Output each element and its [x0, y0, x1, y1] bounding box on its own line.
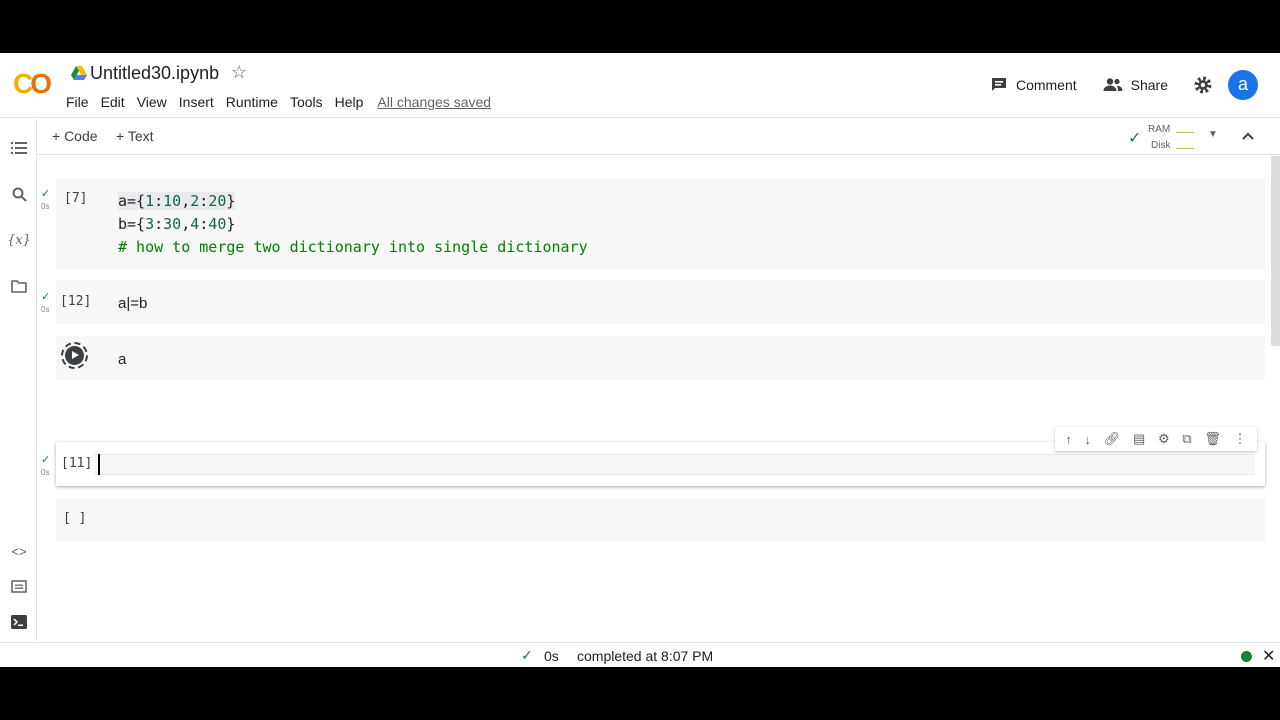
save-status[interactable]: All changes saved [377, 94, 491, 110]
mirror-cell-icon[interactable]: ⧉ [1182, 431, 1191, 447]
exec-count: [7] [64, 191, 88, 206]
left-sidebar: {x} <> [0, 119, 37, 641]
exec-count: [11] [61, 456, 93, 471]
cell-toolbar: ↑ ↓ 🔗︎ ▤ ⚙ ⧉ 🗑︎ ⋮ [1055, 427, 1257, 451]
play-icon [65, 346, 84, 365]
delete-icon[interactable]: 🗑︎ [1204, 431, 1221, 447]
ram-usage-bar [1176, 132, 1194, 133]
chevron-up-icon[interactable] [1242, 127, 1254, 143]
disk-label: Disk [1151, 140, 1171, 151]
colab-logo[interactable]: CO [13, 68, 52, 100]
code-snippets-icon[interactable]: <> [9, 541, 29, 561]
move-down-icon[interactable]: ↓ [1085, 432, 1092, 447]
star-icon[interactable]: ☆ [231, 62, 247, 83]
add-text-button[interactable]: + Text [116, 128, 154, 144]
code-line: b={3:30,4:40} [118, 215, 236, 233]
close-icon[interactable]: ✕ [1262, 646, 1275, 666]
menu-edit[interactable]: Edit [101, 94, 125, 110]
move-up-icon[interactable]: ↑ [1065, 432, 1072, 447]
menu-file[interactable]: File [66, 94, 89, 110]
cell-exec-time: 0s [41, 305, 50, 314]
notebook-toolbar: + Code + Text ✓ RAM Disk ▼ [37, 119, 1280, 155]
app-header: CO Untitled30.ipynb ☆ File Edit View Ins… [0, 53, 1280, 118]
more-options-icon[interactable]: ⋮ [1234, 431, 1247, 447]
code-cell[interactable]: [7] a={1:10,2:20} b={3:30,4:40} # how to… [56, 179, 1265, 269]
menu-insert[interactable]: Insert [179, 94, 214, 110]
exec-count: [ ] [63, 511, 87, 526]
header-actions: Comment Share a [990, 69, 1280, 101]
colab-window: CO Untitled30.ipynb ☆ File Edit View Ins… [0, 53, 1280, 667]
search-icon[interactable] [9, 184, 29, 204]
disk-usage-bar [1176, 148, 1194, 149]
cell-code[interactable]: a={1:10,2:20} b={3:30,4:40} # how to mer… [118, 190, 588, 259]
link-icon[interactable]: 🔗︎ [1104, 431, 1121, 447]
notebook-area: ✓ 0s [7] a={1:10,2:20} b={3:30,4:40} # h… [37, 156, 1269, 641]
menu-view[interactable]: View [137, 94, 167, 110]
account-avatar[interactable]: a [1228, 70, 1258, 100]
cell-exec-time: 0s [41, 202, 50, 211]
notebook-scrollbar[interactable] [1269, 156, 1280, 641]
cell-code[interactable]: a|=b [118, 292, 147, 315]
cell-success-check-icon: ✓ [41, 291, 51, 303]
status-bar: ✓ 0s completed at 8:07 PM ✕ [0, 642, 1280, 667]
add-code-button[interactable]: + Code [52, 128, 98, 144]
text-cursor [98, 454, 100, 475]
code-cell[interactable]: [12] a|=b [56, 280, 1265, 324]
folder-icon[interactable] [9, 276, 29, 296]
cell-success-check-icon: ✓ [41, 454, 51, 466]
status-duration: 0s [544, 648, 559, 664]
scrollbar-thumb[interactable] [1271, 156, 1280, 346]
runtime-status-dot[interactable] [1241, 651, 1252, 662]
code-line: a={1:10,2:20} [118, 192, 236, 210]
cell-success-check-icon: ✓ [41, 188, 51, 200]
exec-count: [12] [60, 294, 92, 309]
google-drive-icon[interactable] [71, 66, 87, 80]
status-message[interactable]: completed at 8:07 PM [577, 648, 713, 664]
connected-check-icon: ✓ [1128, 130, 1142, 147]
comment-icon[interactable]: ▤ [1133, 431, 1145, 447]
menu-help[interactable]: Help [335, 94, 364, 110]
menu-tools[interactable]: Tools [290, 94, 323, 110]
cell-code[interactable]: a [118, 348, 126, 371]
code-editor[interactable] [94, 454, 1255, 475]
run-cell-button[interactable] [61, 342, 88, 369]
comment-button[interactable]: Comment [990, 76, 1077, 94]
notebook-title[interactable]: Untitled30.ipynb [90, 63, 219, 84]
code-cell[interactable]: a [56, 336, 1265, 380]
ram-label: RAM [1148, 124, 1171, 135]
people-icon [1103, 78, 1123, 91]
terminal-icon[interactable] [9, 612, 29, 632]
table-of-contents-icon[interactable] [9, 138, 29, 158]
resources-indicator[interactable]: ✓ RAM Disk ▼ [1125, 122, 1245, 152]
menu-runtime[interactable]: Runtime [226, 94, 278, 110]
chevron-down-icon[interactable]: ▼ [1208, 129, 1218, 140]
code-cell[interactable]: [ ] [56, 498, 1265, 542]
cell-exec-time: 0s [41, 468, 50, 477]
settings-gear-icon[interactable] [1194, 76, 1212, 94]
code-comment: # how to merge two dictionary into singl… [118, 238, 588, 256]
comment-label: Comment [1015, 77, 1077, 93]
settings-gear-icon[interactable]: ⚙ [1158, 431, 1170, 447]
share-button[interactable]: Share [1103, 77, 1168, 93]
status-check-icon: ✓ [521, 647, 533, 663]
variables-icon[interactable]: {x} [7, 230, 31, 250]
menu-bar: File Edit View Insert Runtime Tools Help… [66, 94, 491, 110]
share-label: Share [1130, 77, 1168, 93]
command-palette-icon[interactable] [9, 576, 29, 596]
comment-icon [991, 78, 1006, 91]
